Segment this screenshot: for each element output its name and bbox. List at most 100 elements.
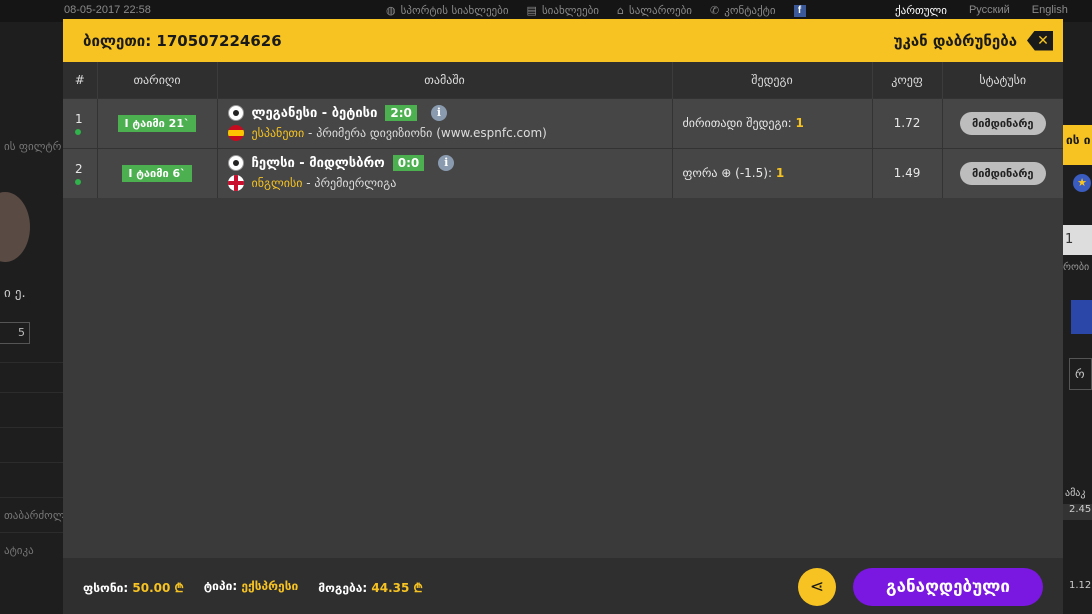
live-score: 2:0 [385, 105, 417, 121]
result-label: ძირითადი შედეგი: [682, 116, 796, 130]
share-icon: ⋖ [809, 577, 825, 597]
league-name: - პრემიერლიგა [302, 176, 397, 191]
table-header: # თარიღი თამაში შედეგი კოეფ სტატუსი [63, 62, 1063, 98]
row-coefficient: 1.49 [871, 147, 942, 198]
bg-block [1071, 300, 1092, 334]
col-match: თამაში [216, 62, 672, 98]
ticket-number: ბილეთი: 170507224626 [83, 31, 282, 50]
row-status: მიმდინარე [941, 97, 1063, 148]
bg-text: ის ი [1063, 125, 1092, 165]
country-name: ინგლისი [251, 176, 303, 191]
bg-text: 5 [0, 322, 30, 344]
nav-contact[interactable]: ✆ კონტაქტი [710, 4, 776, 17]
info-icon[interactable]: i [430, 105, 447, 121]
stake-value: 50.00 ₾ [132, 581, 184, 595]
row-coefficient: 1.72 [871, 97, 942, 148]
nav-sport-news[interactable]: ◍ სპორტის სიახლეები [386, 4, 509, 17]
row-number: 1 [63, 97, 97, 148]
col-date: თარიღი [96, 62, 217, 98]
col-number: # [63, 62, 97, 98]
datetime: 08-05-2017 22:58 [64, 4, 151, 16]
backspace-icon[interactable]: ✕ [1027, 30, 1053, 51]
period-badge: I ტაიმი 6` [122, 164, 192, 182]
top-nav: ◍ სპორტის სიახლეები ▤ სიახლეები ⌂ სალაროები… [386, 4, 806, 17]
bg-text: 2.45 [1063, 504, 1092, 520]
nav-label: კონტაქტი [724, 4, 776, 17]
win-label: მოგება: [318, 581, 372, 595]
live-dot-icon [75, 128, 81, 135]
soccer-ball-icon [227, 155, 244, 172]
share-button[interactable]: ⋖ [798, 568, 836, 606]
row-match: ჩელსი - მიდლსბრო 0:0 i ინგლისი - პრემიერ… [216, 147, 672, 198]
bg-divider [0, 362, 63, 392]
england-flag-icon [227, 175, 244, 192]
back-button[interactable]: უკან დაბრუნება ✕ [893, 30, 1053, 51]
cashout-button[interactable]: განაღდებული [853, 568, 1043, 606]
status-button[interactable]: მიმდინარე [959, 111, 1046, 135]
avatar [0, 192, 30, 262]
ticket-summary: ფსონი: 50.00 ₾ ტიპი: ექსპრესი მოგება: 44… [83, 579, 423, 596]
col-coefficient: კოეფ [871, 62, 942, 98]
bg-divider [0, 462, 63, 497]
row-date: I ტაიმი 6` [96, 147, 217, 198]
lang-english[interactable]: English [1032, 4, 1068, 17]
language-switcher: ქართული Русский English [895, 4, 1068, 17]
bg-text: ი ე. [4, 286, 26, 301]
nav-offices[interactable]: ⌂ სალაროები [617, 4, 692, 17]
nav-label: სპორტის სიახლეები [400, 4, 509, 17]
match-name[interactable]: ჩელსი - მიდლსბრო [252, 156, 385, 171]
row-result: ძირითადი შედეგი: 1 [671, 97, 872, 148]
bg-text: თაბარძოლ. [0, 497, 68, 532]
nav-facebook[interactable]: f [793, 4, 806, 17]
type-label: ტიპი: [203, 579, 242, 593]
live-score: 0:0 [392, 155, 425, 172]
bg-text: ატიკა [0, 532, 63, 567]
nav-news[interactable]: ▤ სიახლეები [527, 4, 599, 17]
newspaper-icon: ▤ [526, 4, 537, 17]
result-value: 1 [775, 166, 785, 181]
bg-text: რობი [1063, 262, 1090, 273]
facebook-icon: f [793, 4, 806, 17]
col-result: შედეგი [671, 62, 872, 98]
soccer-ball-icon [227, 105, 244, 121]
stake-label: ფსონი: [83, 581, 133, 595]
col-status: სტატუსი [941, 62, 1063, 98]
bg-text: 1 [1063, 225, 1092, 255]
win-value: 44.35 ₾ [371, 581, 423, 595]
stake-info: ფსონი: 50.00 ₾ [83, 579, 184, 596]
back-label: უკან დაბრუნება [893, 31, 1017, 50]
spain-flag-icon [227, 125, 244, 141]
row-date: I ტაიმი 21` [96, 97, 217, 148]
status-button[interactable]: მიმდინარე [959, 161, 1046, 185]
bg-text: 1.12 [1069, 580, 1092, 591]
star-icon: ★ [1073, 174, 1091, 192]
type-info: ტიპი: ექსპრესი [204, 579, 299, 596]
modal-footer: ფსონი: 50.00 ₾ ტიპი: ექსპრესი მოგება: 44… [63, 558, 1063, 614]
league-name: - პრიმერა დივიზიონი (www.espnfc.com) [304, 126, 547, 140]
background-left-panel: ის ფილტრ ი ე. 5 თაბარძოლ. ატიკა [0, 22, 68, 614]
win-info: მოგება: 44.35 ₾ [318, 579, 423, 596]
bg-divider [0, 392, 63, 427]
result-label: ფორა ⊕ (-1.5): [682, 166, 776, 181]
row-status: მიმდინარე [941, 147, 1063, 198]
ticket-modal: ბილეთი: 170507224626 უკან დაბრუნება ✕ # … [63, 19, 1063, 614]
info-icon[interactable]: i [438, 155, 455, 172]
match-name[interactable]: ლეგანესი - ბეტისი [252, 106, 378, 121]
home-icon: ⌂ [616, 4, 624, 17]
row-result: ფორა ⊕ (-1.5): 1 [671, 147, 872, 198]
phone-icon: ✆ [709, 4, 720, 17]
live-dot-icon [75, 178, 81, 185]
bg-divider [0, 427, 63, 462]
bg-text: ამაკ [1065, 488, 1086, 499]
row-match: ლეგანესი - ბეტისი 2:0 i ესპანეთი - პრიმე… [216, 97, 672, 148]
nav-label: სიახლეები [541, 4, 599, 17]
lang-georgian[interactable]: ქართული [895, 4, 947, 17]
period-badge: I ტაიმი 21` [118, 114, 196, 132]
background-right-panel: ის ი ★ 1 რობი რ ამაკ 2.45 1.12 [1063, 22, 1092, 614]
bets-table: # თარიღი თამაში შედეგი კოეფ სტატუსი 1 I … [63, 62, 1063, 198]
table-row: 1 I ტაიმი 21` ლეგანესი - ბეტისი 2:0 i ეს… [63, 97, 1063, 148]
table-row: 2 I ტაიმი 6` ჩელსი - მიდლსბრო 0:0 i ინგლ… [63, 147, 1063, 198]
type-value: ექსპრესი [241, 579, 299, 593]
globe-icon: ◍ [386, 4, 396, 17]
lang-russian[interactable]: Русский [969, 4, 1010, 17]
